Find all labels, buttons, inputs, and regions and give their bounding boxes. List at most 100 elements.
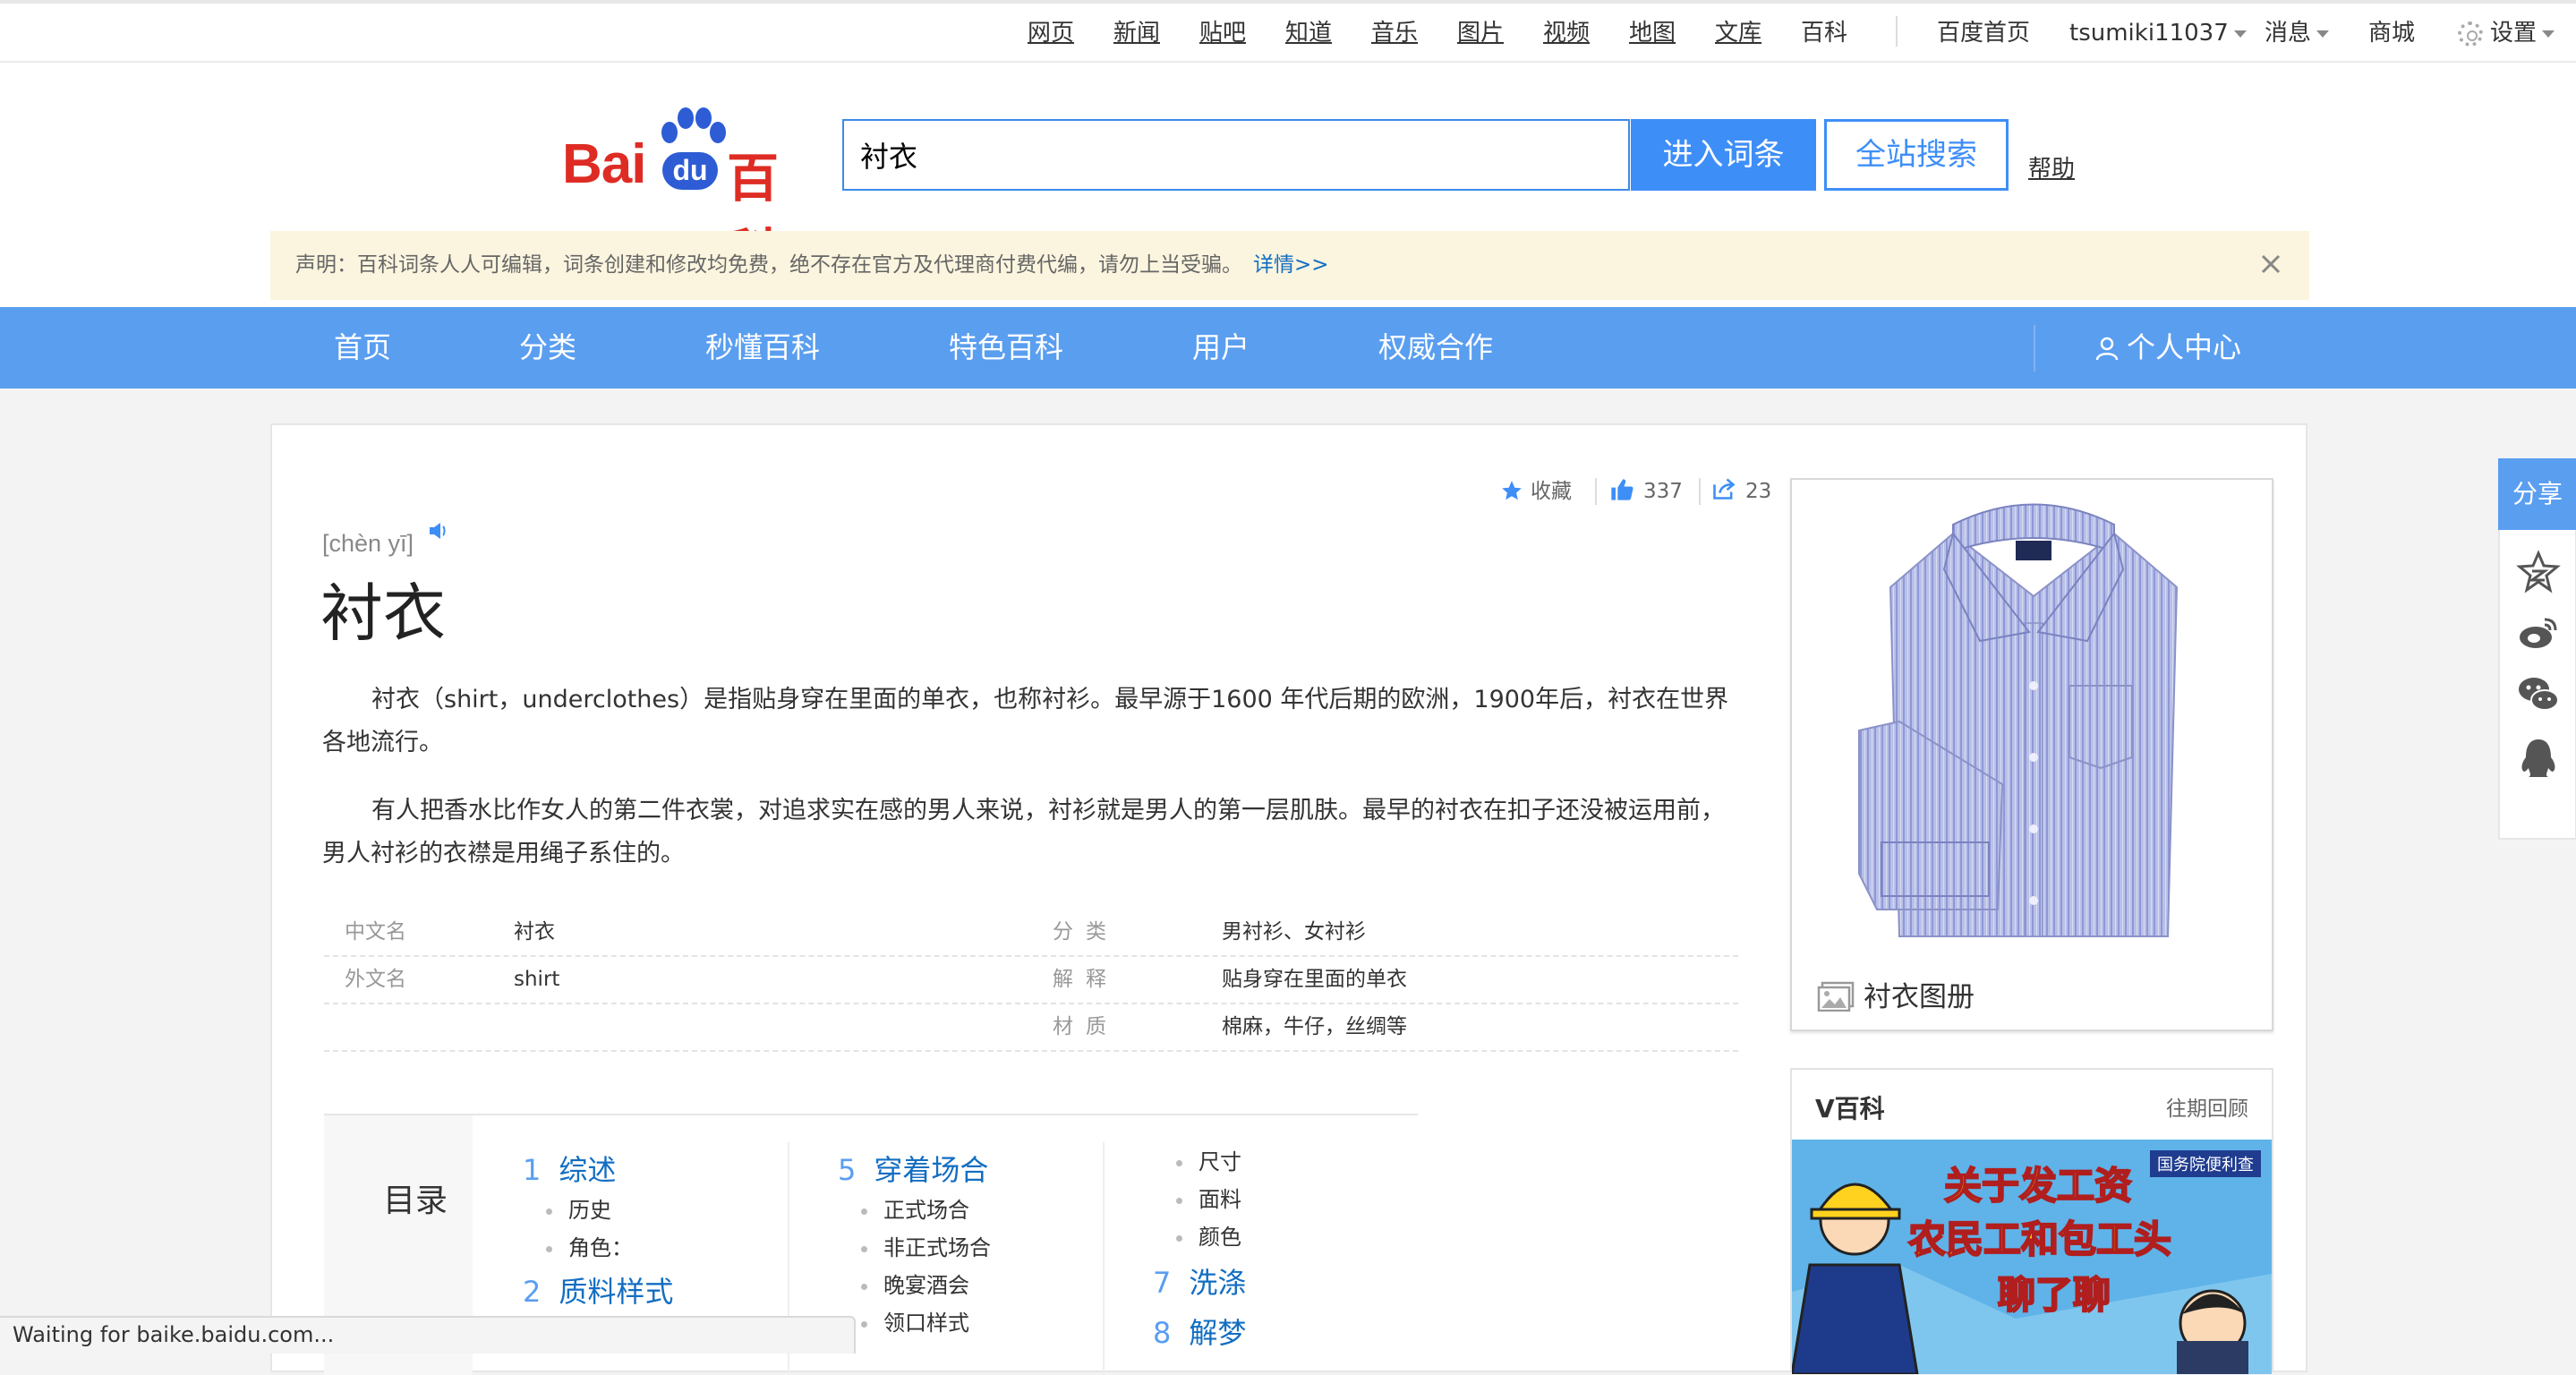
likes-count: 337 xyxy=(1643,480,1683,503)
topnav-link-music[interactable]: 音乐 xyxy=(1371,18,1418,48)
toc-label: 穿着场合 xyxy=(874,1153,989,1187)
table-row: 材质 棉麻，牛仔，丝绸等 xyxy=(324,1004,1738,1052)
banner-line-3: 聊了聊 xyxy=(1997,1272,2111,1318)
toc-item-2[interactable]: 2 质料样式 xyxy=(523,1269,673,1311)
topnav-link-wenku[interactable]: 文库 xyxy=(1715,18,1761,48)
toc-item-7[interactable]: 7 洗涤 xyxy=(1153,1260,1246,1302)
info-label: 解释 xyxy=(1053,968,1119,991)
basic-info-table: 中文名 衬衣 分类 男衬衫、女衬衫 外文名 shirt 解释 贴身穿在里面的单衣… xyxy=(324,910,1738,1052)
info-label: 分类 xyxy=(1053,920,1119,944)
toc-item-5[interactable]: 5 穿着场合 xyxy=(838,1148,988,1189)
nav-item-featured[interactable]: 特色百科 xyxy=(949,307,1063,389)
table-row: 外文名 shirt 解释 贴身穿在里面的单衣 xyxy=(324,957,1738,1004)
banner-line-2: 农民工和包工头 xyxy=(1907,1217,2172,1262)
action-divider xyxy=(1699,478,1701,505)
topnav-link-news[interactable]: 新闻 xyxy=(1113,18,1160,48)
pinyin: [chèn yī] xyxy=(322,530,414,557)
speaker-icon[interactable] xyxy=(428,521,449,541)
topnav-divider xyxy=(1896,16,1898,47)
nav-item-home[interactable]: 首页 xyxy=(334,307,391,389)
toc-sub-item[interactable]: 面料 xyxy=(1176,1182,1241,1213)
toc-sub-item[interactable]: 领口样式 xyxy=(861,1305,969,1337)
toc-title: 目录 xyxy=(383,1183,448,1219)
collect-label: 收藏 xyxy=(1531,480,1572,503)
nav-item-category[interactable]: 分类 xyxy=(519,307,576,389)
toc-number: 5 xyxy=(838,1153,857,1187)
personal-center-label: 个人中心 xyxy=(2127,330,2242,364)
shares-count: 23 xyxy=(1745,480,1772,503)
like-action[interactable]: 337 xyxy=(1609,474,1683,508)
toc-sub-item[interactable]: 颜色 xyxy=(1176,1219,1241,1251)
logo-bai-text: Bai xyxy=(562,133,646,195)
info-value: 棉麻，牛仔，丝绸等 xyxy=(1222,1015,1407,1038)
logo-du-text: du xyxy=(662,152,718,190)
nav-divider xyxy=(2034,325,2035,372)
nav-item-cooperation[interactable]: 权威合作 xyxy=(1378,307,1493,389)
messages-label: 消息 xyxy=(2265,20,2312,47)
star-icon xyxy=(1502,481,1522,500)
gallery-icon xyxy=(1817,981,1855,1012)
toc-sub-item[interactable]: 正式场合 xyxy=(861,1192,969,1224)
info-value: shirt xyxy=(514,968,560,991)
collect-action[interactable]: 收藏 xyxy=(1500,474,1572,508)
v-baike-archive-link[interactable]: 往期回顾 xyxy=(2166,1091,2248,1122)
toc-divider xyxy=(1103,1142,1105,1375)
settings-menu[interactable]: 设置 xyxy=(2458,18,2555,48)
share-sidebar: 分享 xyxy=(2498,458,2576,840)
v-baike-banner[interactable]: 关于发工资 农民工和包工头 聊了聊 国务院便利查 xyxy=(1792,1140,2272,1374)
toc-number: 8 xyxy=(1153,1316,1172,1350)
qzone-icon[interactable] xyxy=(2516,550,2561,594)
v-baike-title: V百科 xyxy=(1815,1094,1885,1123)
mall-link[interactable]: 商城 xyxy=(2368,18,2415,48)
topnav-link-video[interactable]: 视频 xyxy=(1543,18,1590,48)
entry-title: 衬衣 xyxy=(320,576,446,650)
topnav-link-web[interactable]: 网页 xyxy=(1028,18,1074,48)
info-value: 男衬衫、女衬衫 xyxy=(1222,920,1366,944)
top-nav-bar: 网页 新闻 贴吧 知道 音乐 图片 视频 地图 文库 百科 百度首页 tsumi… xyxy=(0,4,2576,63)
banner-line-1: 关于发工资 xyxy=(1943,1163,2133,1208)
topnav-link-zhidao[interactable]: 知道 xyxy=(1285,18,1332,48)
help-link[interactable]: 帮助 xyxy=(2028,150,2075,184)
topnav-link-images[interactable]: 图片 xyxy=(1457,18,1504,48)
toc-sub-item[interactable]: 晚宴酒会 xyxy=(861,1268,969,1299)
notice-details-link[interactable]: 详情>> xyxy=(1253,253,1329,277)
baidu-home-link[interactable]: 百度首页 xyxy=(1937,18,2030,48)
messages-menu[interactable]: 消息 xyxy=(2265,18,2330,48)
user-menu[interactable]: tsumiki11037 xyxy=(2069,18,2247,48)
toc-sub-item[interactable]: 非正式场合 xyxy=(861,1230,991,1261)
topnav-link-tieba[interactable]: 贴吧 xyxy=(1199,18,1246,48)
toc-item-1[interactable]: 1 综述 xyxy=(523,1148,616,1189)
album-caption-text: 衬衣图册 xyxy=(1864,981,1975,1013)
share-icon xyxy=(1713,478,1736,500)
info-label: 外文名 xyxy=(345,968,406,991)
qq-icon[interactable] xyxy=(2516,736,2561,781)
thumbs-up-icon xyxy=(1611,479,1633,500)
toc-sub-item[interactable]: 尺寸 xyxy=(1176,1144,1241,1175)
topnav-link-map[interactable]: 地图 xyxy=(1629,18,1676,48)
enter-entry-button[interactable]: 进入词条 xyxy=(1631,119,1816,191)
album-caption[interactable]: 衬衣图册 xyxy=(1817,974,1975,1014)
toc-item-8[interactable]: 8 解梦 xyxy=(1153,1311,1246,1352)
wechat-icon[interactable] xyxy=(2516,671,2561,716)
toc-label: 综述 xyxy=(559,1153,617,1187)
weibo-icon[interactable] xyxy=(2516,611,2561,655)
chevron-down-icon xyxy=(2316,30,2330,38)
info-value: 衬衣 xyxy=(514,920,555,944)
toc-sub-item[interactable]: 历史 xyxy=(546,1192,611,1224)
topnav-current-baike: 百科 xyxy=(1801,20,1848,47)
toc-sub-item[interactable]: 角色： xyxy=(546,1230,633,1261)
baidu-baike-logo[interactable]: Bai du 百科 xyxy=(562,106,813,284)
toc-label: 质料样式 xyxy=(559,1275,674,1309)
table-row: 中文名 衬衣 分类 男衬衫、女衬衫 xyxy=(324,910,1738,957)
close-icon[interactable] xyxy=(2256,249,2286,279)
share-action[interactable]: 23 xyxy=(1711,474,1771,508)
toc-label: 洗涤 xyxy=(1189,1266,1247,1300)
banner-badge: 国务院便利查 xyxy=(2150,1150,2261,1177)
search-input[interactable] xyxy=(842,119,1630,191)
image-album[interactable]: 衬衣图册 xyxy=(1790,478,2273,1031)
nav-personal-center[interactable]: 个人中心 xyxy=(2094,307,2241,389)
site-search-button[interactable]: 全站搜索 xyxy=(1824,119,2009,191)
nav-item-miaodong[interactable]: 秒懂百科 xyxy=(705,307,820,389)
gear-icon xyxy=(2458,21,2483,47)
nav-item-users[interactable]: 用户 xyxy=(1192,307,1250,389)
